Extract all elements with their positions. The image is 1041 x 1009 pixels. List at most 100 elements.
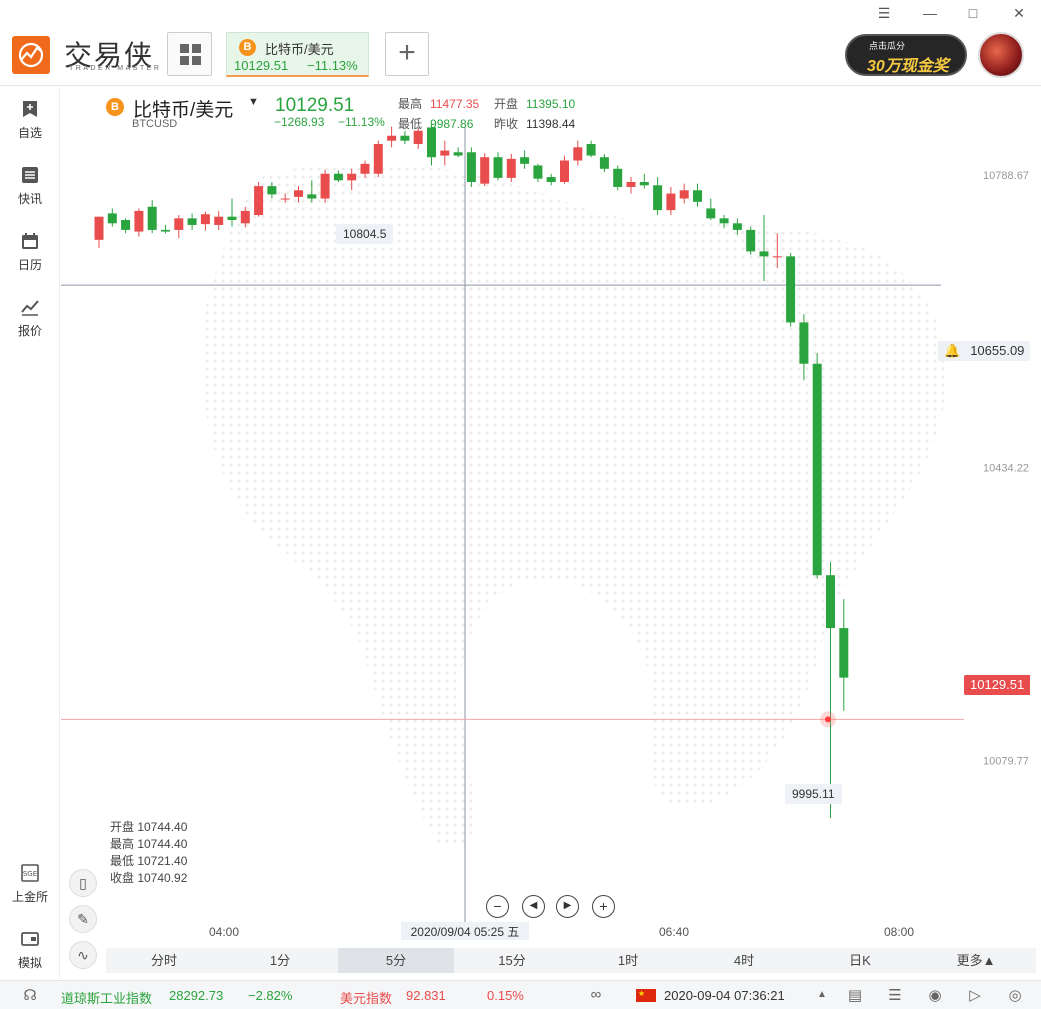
tf-1m[interactable]: 1分 <box>222 948 338 973</box>
usd-index-name[interactable]: 美元指数 <box>340 988 392 1007</box>
headset-icon[interactable]: ☊ <box>20 986 40 1004</box>
symbol-tab-name: 比特币/美元 <box>265 42 334 57</box>
candle-body <box>626 182 636 187</box>
stat-low: 最低 9987.86 <box>398 117 474 131</box>
nav-item-news[interactable]: 快讯 <box>0 165 60 221</box>
candles-icon: ▯ <box>79 875 87 891</box>
chart-off-icon[interactable]: ▤ <box>845 986 865 1004</box>
candle-body <box>826 575 835 629</box>
tf-more[interactable]: 更多▲ <box>918 948 1034 973</box>
bitcoin-icon: B <box>106 98 124 116</box>
nav-item-sge[interactable]: SGE 上金所 <box>0 863 60 919</box>
candle-body <box>639 182 649 186</box>
usd-index-change: 0.15% <box>487 988 524 1003</box>
promo-line2: 30万现金奖 <box>867 58 949 75</box>
candle-body <box>400 135 410 141</box>
tf-1d[interactable]: 日K <box>802 948 918 973</box>
candle-body <box>307 194 317 199</box>
tf-5m[interactable]: 5分 <box>338 948 454 973</box>
candle-body <box>347 173 357 181</box>
minus-icon: − <box>493 898 502 914</box>
menu-icon[interactable]: ☰ <box>885 986 905 1004</box>
nav-item-simulate[interactable]: 模拟 <box>0 929 60 985</box>
nav-item-watchlist[interactable]: 自选 <box>0 99 60 155</box>
avatar[interactable] <box>978 32 1024 78</box>
eye-icon[interactable]: ◎ <box>1005 986 1025 1004</box>
candle-body <box>772 256 782 258</box>
chevron-down-icon[interactable]: ▼ <box>248 96 259 108</box>
ohlc-close: 收盘 10740.92 <box>110 871 188 885</box>
grid-icon <box>180 44 201 65</box>
bookmark-icon <box>23 101 37 117</box>
promo-banner[interactable]: 点击瓜分 30万现金奖 <box>845 34 967 76</box>
nav-item-label: 报价 <box>17 324 42 338</box>
add-symbol-button[interactable]: + <box>385 32 429 76</box>
world-map-background <box>201 162 948 848</box>
candle-body <box>413 130 423 144</box>
last-price-tag: 10129.51 <box>964 675 1031 695</box>
scroll-end-button[interactable]: ▶ <box>556 895 579 918</box>
dow-name[interactable]: 道琼斯工业指数 <box>61 988 152 1007</box>
skip-back-icon: ◀ <box>529 900 538 911</box>
symbol-tab-btcusd[interactable]: B 比特币/美元 10129.51 −11.13% <box>226 32 369 77</box>
candlestick-chart[interactable]: 10788.67 10434.22 10079.77 04:00 06:40 08:00 2… <box>61 87 1041 947</box>
candle-body <box>746 229 756 252</box>
candle-body <box>799 322 809 364</box>
stat-open: 开盘 11395.10 <box>494 97 576 111</box>
usd-index-value: 92.831 <box>406 988 446 1003</box>
candle-type-button[interactable]: ▯ <box>69 869 97 897</box>
candle-body <box>732 223 742 230</box>
candle-body <box>187 218 197 225</box>
alert-price-tag[interactable]: 🔔 10655.09 <box>938 341 1031 361</box>
chart-area[interactable]: 10788.67 10434.22 10079.77 04:00 06:40 08:00 2… <box>61 87 1041 969</box>
nav-item-label: 自选 <box>17 126 42 140</box>
candle-body <box>719 218 729 224</box>
layers-icon[interactable]: ☰ <box>872 2 896 24</box>
candle-body <box>533 165 543 179</box>
tf-tick[interactable]: 分时 <box>106 948 222 973</box>
nav-item-calendar[interactable]: 日历 <box>0 231 60 287</box>
tf-1h[interactable]: 1时 <box>570 948 686 973</box>
symbol-tab-price: 10129.51 <box>234 58 289 73</box>
plus-icon: + <box>398 36 416 69</box>
zoom-out-button[interactable]: − <box>486 895 509 918</box>
candle-body <box>812 363 822 576</box>
bitcoin-icon: B <box>239 39 256 56</box>
minimize-icon[interactable]: — <box>918 2 942 24</box>
scroll-start-button[interactable]: ◀ <box>522 895 545 918</box>
candle-body <box>480 157 490 184</box>
candle-body <box>267 186 277 195</box>
candle-body <box>506 158 516 178</box>
candle-body <box>679 190 689 199</box>
nav-item-quotes[interactable]: 报价 <box>0 297 60 353</box>
candle-body <box>387 135 397 141</box>
y-tick-label: 10079.77 <box>983 755 1029 767</box>
link-icon[interactable]: ∞ <box>586 986 606 1004</box>
camera-icon[interactable]: ◉ <box>925 986 945 1004</box>
close-icon[interactable]: ✕ <box>1007 2 1031 24</box>
candle-body <box>94 216 104 240</box>
price-change: −1268.93 <box>274 115 325 129</box>
tf-15m[interactable]: 15分 <box>454 948 570 973</box>
candle-body <box>706 208 716 219</box>
candle-body <box>240 210 250 224</box>
candle-body <box>174 218 184 230</box>
zoom-in-button[interactable]: + <box>592 895 615 918</box>
caret-up-icon[interactable]: ▲ <box>812 989 832 1007</box>
candle-body <box>200 214 210 225</box>
last-price-dot <box>825 716 831 723</box>
candle-body <box>147 206 157 230</box>
x-tick-label: 08:00 <box>884 925 914 939</box>
indicator-icon: ∿ <box>77 947 89 963</box>
candle-body <box>294 190 303 197</box>
price-change-pct: −11.13% <box>338 115 385 129</box>
draw-tool-button[interactable]: ✎ <box>69 905 97 933</box>
layout-grid-button[interactable] <box>167 32 212 76</box>
min-price-label: 9995.11 <box>785 784 842 804</box>
candle-body <box>599 157 609 169</box>
y-tick-label: 10434.22 <box>983 463 1029 475</box>
maximize-icon[interactable]: □ <box>961 2 985 24</box>
tf-4h[interactable]: 4时 <box>686 948 802 973</box>
indicator-button[interactable]: ∿ <box>69 941 97 969</box>
mute-icon[interactable]: ▷ <box>965 986 985 1004</box>
